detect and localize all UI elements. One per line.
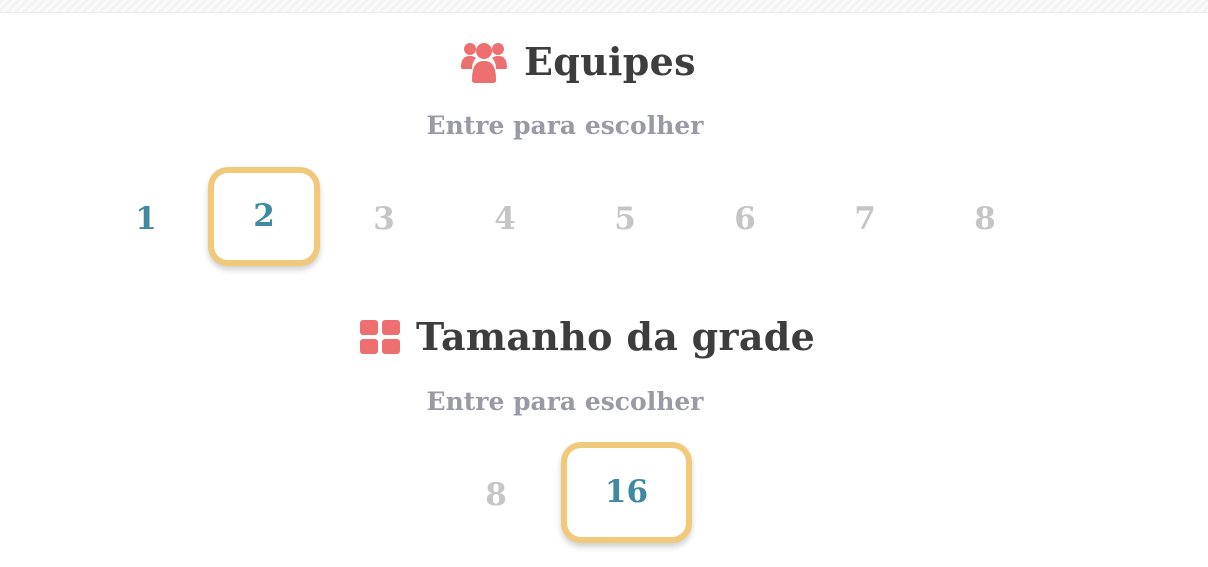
users-group-icon xyxy=(461,43,507,83)
team-option-1[interactable]: 1 xyxy=(116,199,176,239)
grid-subtitle: Entre para escolher xyxy=(426,387,704,416)
teams-subtitle: Entre para escolher xyxy=(426,111,704,140)
team-option-7[interactable]: 7 xyxy=(835,199,895,239)
grid-icon xyxy=(360,319,400,354)
team-option-2[interactable]: 2 xyxy=(208,167,320,266)
teams-section-title: Equipes xyxy=(524,38,696,84)
team-option-6[interactable]: 6 xyxy=(715,199,775,239)
grid-section-title: Tamanho da grade xyxy=(416,314,816,359)
grid-option-16[interactable]: 16 xyxy=(561,442,692,543)
grid-option-8[interactable]: 8 xyxy=(466,475,526,515)
team-option-4[interactable]: 4 xyxy=(475,199,535,239)
grid-section-header: Tamanho da grade xyxy=(360,314,815,359)
team-option-8[interactable]: 8 xyxy=(955,199,1015,239)
team-option-5[interactable]: 5 xyxy=(595,199,655,239)
teams-section-header: Equipes xyxy=(460,38,696,84)
team-option-3[interactable]: 3 xyxy=(354,199,414,239)
top-texture-strip xyxy=(0,0,1208,13)
